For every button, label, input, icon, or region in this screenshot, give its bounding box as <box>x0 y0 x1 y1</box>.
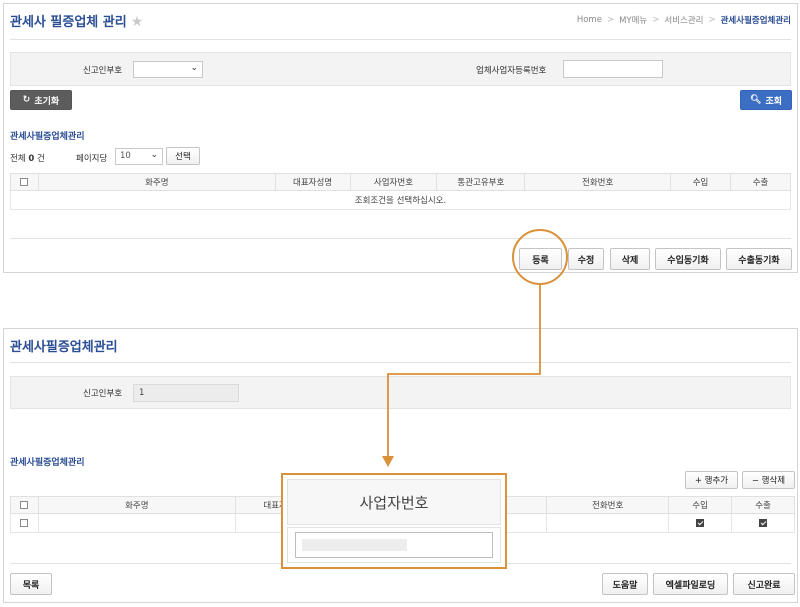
export-sync-button[interactable]: 수출동기화 <box>726 248 792 270</box>
section-title: 관세사필증업체관리 <box>10 132 85 142</box>
col-export: 수출 <box>731 496 795 514</box>
company-management-panel: 관세사 필증업체 관리 ★ Home > MY메뉴 > 서비스관리 > 관세사필증… <box>3 3 798 273</box>
total-prefix: 전체 <box>10 154 26 164</box>
col-import: 수입 <box>668 496 733 514</box>
search-area: 신고인부호 ⌄ 업체사업자등록번호 <box>10 52 791 86</box>
per-page-select[interactable]: 10 ⌄ <box>115 148 163 165</box>
page-title-text: 관세사 필증업체 관리 <box>10 15 127 30</box>
chevron-right-icon: > <box>606 15 615 25</box>
add-row-button[interactable]: + 행추가 <box>685 471 738 489</box>
breadcrumb: Home > MY메뉴 > 서비스관리 > 관세사필증업체관리 <box>577 14 791 26</box>
select-all-checkbox[interactable] <box>20 500 29 509</box>
reset-button[interactable]: ↻ 초기화 <box>10 90 72 110</box>
col-biz-no: 사업자번호 <box>349 173 438 191</box>
col-import: 수입 <box>670 173 732 191</box>
divider <box>10 362 791 363</box>
col-phone: 전화번호 <box>546 496 670 514</box>
col-customs-code: 통관고유부호 <box>436 173 526 191</box>
list-button[interactable]: 목록 <box>10 573 52 595</box>
per-page-value: 10 <box>120 151 131 161</box>
divider <box>10 238 791 239</box>
select-button[interactable]: 선택 <box>166 147 200 165</box>
row-checkbox[interactable] <box>20 518 29 527</box>
select-all-cell <box>10 173 39 191</box>
report-no-field: 1 <box>133 384 239 402</box>
breadcrumb-current: 관세사필증업체관리 <box>720 16 791 26</box>
import-cell <box>668 513 733 533</box>
chevron-down-icon: ⌄ <box>150 150 158 160</box>
table-row: 조회조건을 선택하십시오. <box>10 190 791 210</box>
refresh-icon: ↻ <box>22 95 31 105</box>
biz-reg-input[interactable] <box>563 60 663 78</box>
export-cell <box>731 513 795 533</box>
zoom-header: 사업자번호 <box>287 479 501 525</box>
query-button[interactable]: 🔍︎ 조회 <box>740 90 792 110</box>
empty-message: 조회조건을 선택하십시오. <box>10 190 791 210</box>
total-suffix: 건 <box>36 154 45 164</box>
excel-load-button[interactable]: 엑셀파일로딩 <box>653 573 728 595</box>
divider <box>10 39 791 40</box>
breadcrumb-my-menu[interactable]: MY메뉴 <box>619 14 647 26</box>
select-all-cell <box>10 496 39 514</box>
search-icon: 🔍︎ <box>750 95 762 105</box>
company-table: 화주명 대표자성명 사업자번호 통관고유부호 전화번호 수입 수출 조회조건을 … <box>10 173 791 210</box>
col-shipper: 화주명 <box>37 496 236 514</box>
section-title: 관세사필증업체관리 <box>10 458 85 468</box>
row-select-cell <box>10 513 39 533</box>
select-all-checkbox[interactable] <box>20 177 29 186</box>
per-page-label: 페이지당 <box>76 154 108 164</box>
edit-button[interactable]: 수정 <box>568 248 604 270</box>
delete-row-button[interactable]: − 행삭제 <box>742 471 795 489</box>
breadcrumb-home[interactable]: Home <box>577 15 602 25</box>
delete-button[interactable]: 삭제 <box>610 248 650 270</box>
report-no-label: 신고인부호 <box>83 389 123 399</box>
col-phone: 전화번호 <box>524 173 672 191</box>
report-no-label: 신고인부호 <box>83 66 123 76</box>
register-button[interactable]: 등록 <box>519 248 562 270</box>
table-header: 화주명 대표자성명 사업자번호 통관고유부호 전화번호 수입 수출 <box>10 173 791 191</box>
page-title: 관세사 필증업체 관리 ★ <box>10 11 143 30</box>
biz-reg-label: 업체사업자등록번호 <box>476 66 547 76</box>
chevron-right-icon: > <box>708 15 716 25</box>
total-count-value: 0 <box>28 154 35 164</box>
export-checkbox[interactable] <box>759 518 768 527</box>
report-no-area: 신고인부호 1 <box>10 376 791 409</box>
zoom-input-placeholder <box>302 539 407 551</box>
zoom-body <box>287 527 501 563</box>
chevron-down-icon: ⌄ <box>190 63 198 73</box>
import-sync-button[interactable]: 수입동기화 <box>655 248 721 270</box>
col-ceo: 대표자성명 <box>274 173 351 191</box>
biz-no-zoom-callout: 사업자번호 <box>281 473 507 569</box>
report-complete-button[interactable]: 신고완료 <box>733 573 795 595</box>
reset-label: 초기화 <box>34 96 60 107</box>
shipper-cell[interactable] <box>37 513 236 533</box>
help-button[interactable]: 도움말 <box>602 573 648 595</box>
panel-title: 관세사필증업체관리 <box>10 340 118 355</box>
total-count: 전체 0 건 <box>10 152 45 164</box>
chevron-right-icon: > <box>652 15 660 25</box>
col-shipper: 화주명 <box>37 173 276 191</box>
report-no-select[interactable]: ⌄ <box>133 61 203 78</box>
query-label: 조회 <box>765 96 782 107</box>
col-export: 수출 <box>730 173 791 191</box>
phone-cell[interactable] <box>546 513 670 533</box>
import-checkbox[interactable] <box>696 518 705 527</box>
zoom-biz-no-input[interactable] <box>295 532 493 558</box>
favorite-star-icon[interactable]: ★ <box>131 14 144 30</box>
breadcrumb-service[interactable]: 서비스관리 <box>664 14 703 26</box>
